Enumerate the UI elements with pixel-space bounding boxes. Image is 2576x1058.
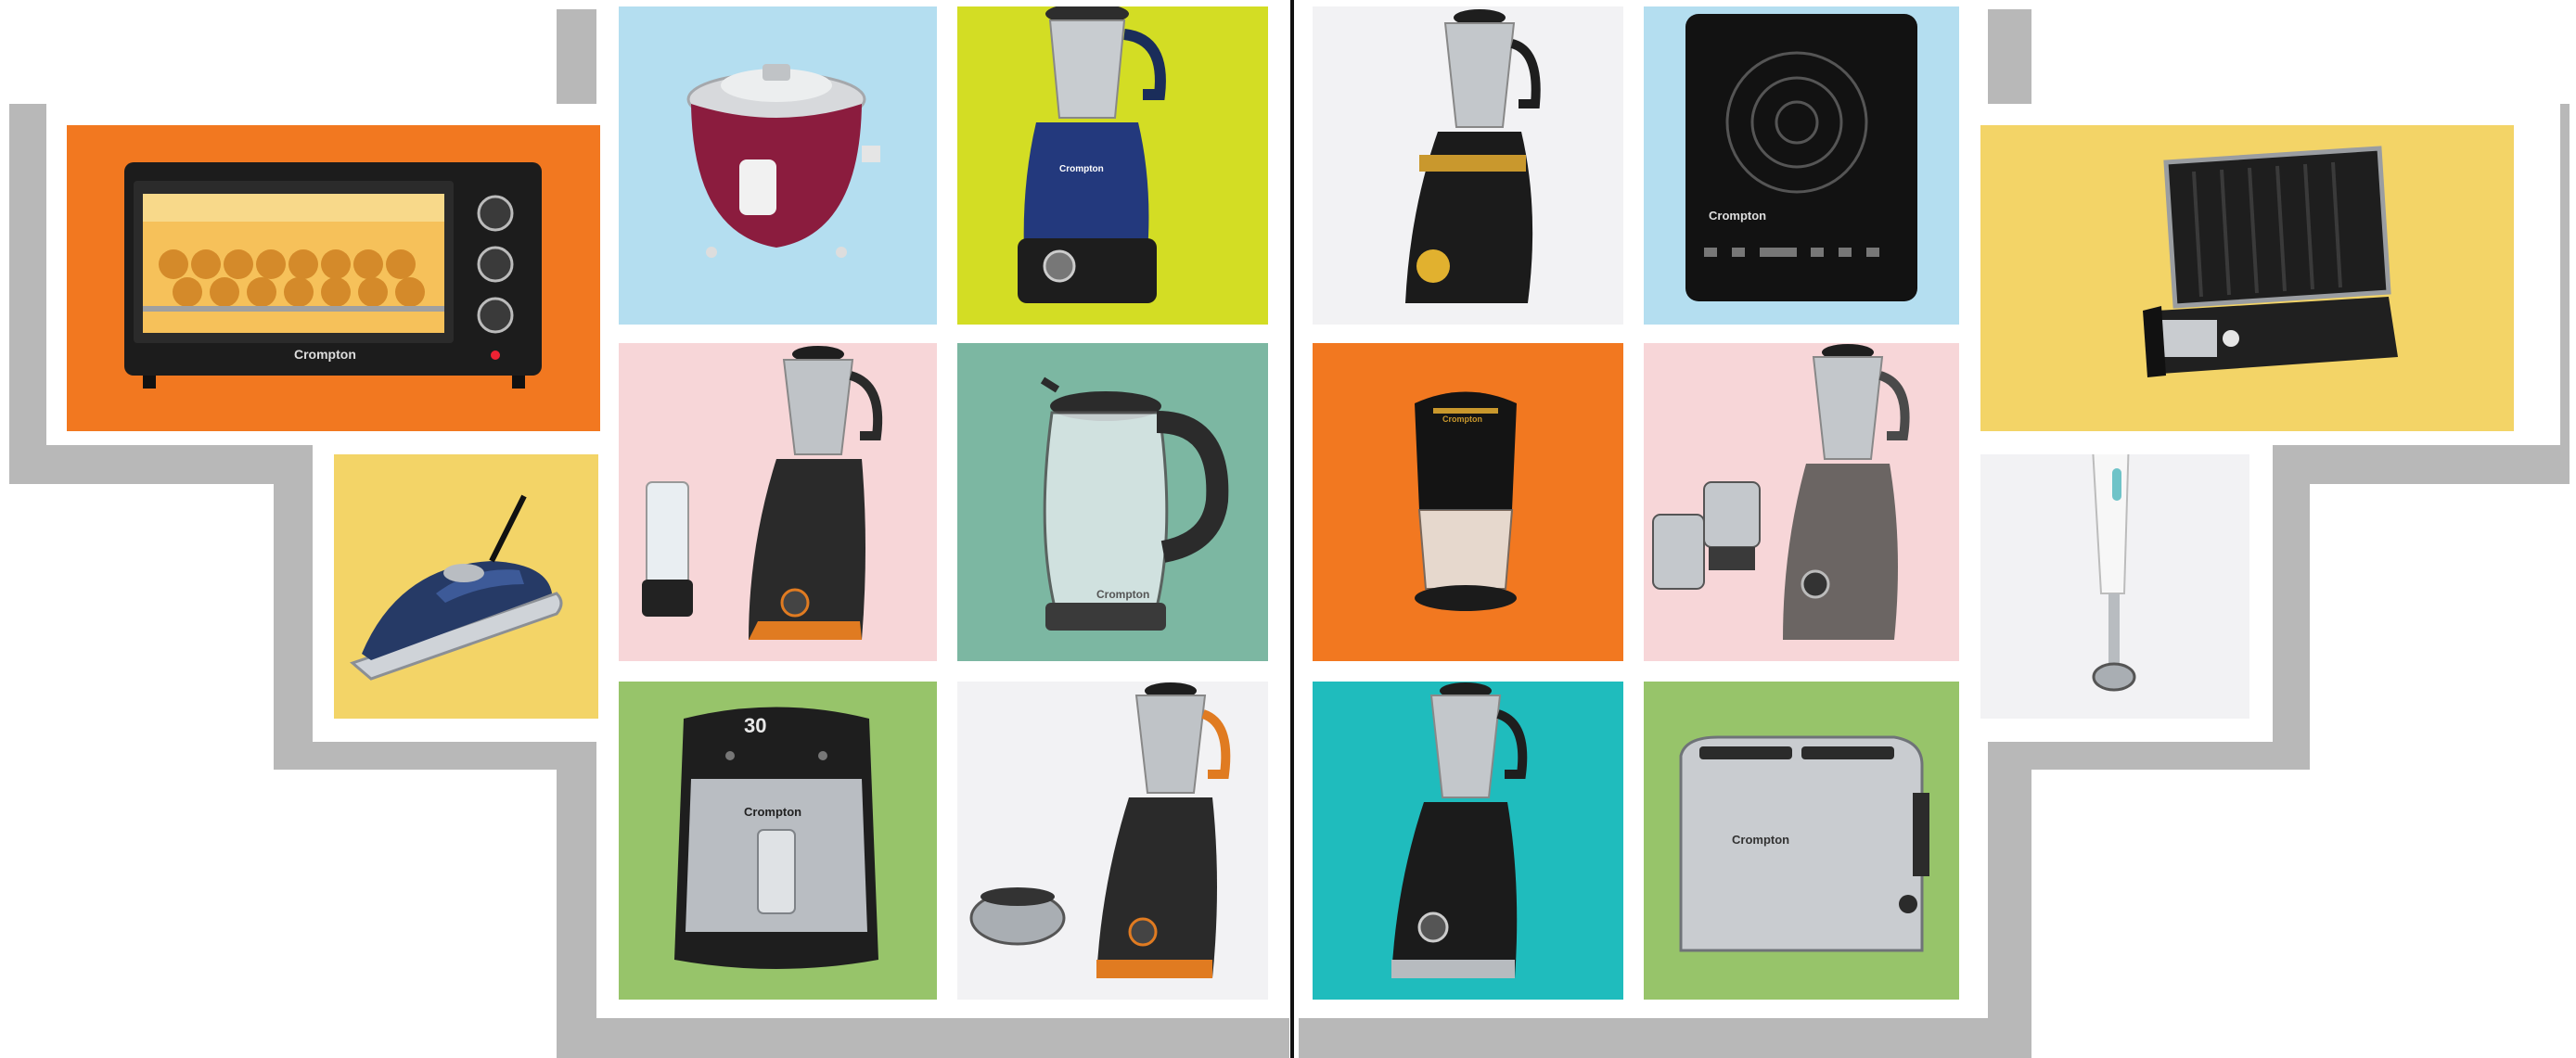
svg-text:Crompton: Crompton (1709, 209, 1766, 223)
chopper-icon: Crompton (1313, 343, 1623, 661)
grill-icon (1980, 125, 2514, 431)
tile-chopper: Crompton (1313, 343, 1623, 661)
mixer-grinder-icon (1313, 682, 1623, 1000)
tile-hand-blender (1980, 454, 2249, 719)
iron-icon (334, 454, 598, 719)
oven-icon: Crompton (67, 125, 600, 431)
tile-mixer-blue: Crompton (957, 6, 1268, 325)
tile-mixer-gold (1313, 6, 1623, 325)
tile-mixer-teal (1313, 682, 1623, 1000)
mixer-grinder-icon: Crompton (957, 6, 1268, 325)
tile-rice-cooker (619, 6, 937, 325)
air-fryer-icon: 30 Crompton (619, 682, 937, 1000)
toaster-icon: Crompton (1644, 682, 1959, 1000)
tile-mixer-with-jar (957, 682, 1268, 1000)
tile-mixer-grey (1644, 343, 1959, 661)
tile-pop-up-toaster: Crompton (1644, 682, 1959, 1000)
tile-sandwich-grill (1980, 125, 2514, 431)
center-divider (1290, 0, 1294, 1058)
tile-otg-oven: Crompton (67, 125, 600, 431)
svg-text:Crompton: Crompton (1442, 414, 1482, 424)
kettle-icon: Crompton (957, 343, 1268, 661)
svg-text:30: 30 (744, 714, 766, 737)
svg-text:Crompton: Crompton (1096, 588, 1149, 601)
mixer-grinder-icon (957, 682, 1268, 1000)
tile-air-fryer: 30 Crompton (619, 682, 937, 1000)
mixer-grinder-icon (1644, 343, 1959, 661)
rice-cooker-icon (619, 6, 937, 325)
hand-blender-icon (1980, 454, 2249, 719)
tile-mixer-orange-accent (619, 343, 937, 661)
svg-text:Crompton: Crompton (294, 347, 356, 362)
mixer-grinder-icon (1313, 6, 1623, 325)
tile-induction-cooktop: Crompton (1644, 6, 1959, 325)
mixer-grinder-icon (619, 343, 937, 661)
svg-text:Crompton: Crompton (1059, 164, 1104, 174)
induction-cooktop-icon: Crompton (1644, 6, 1959, 325)
svg-text:Crompton: Crompton (744, 805, 801, 819)
svg-text:Crompton: Crompton (1732, 833, 1789, 847)
tile-dry-iron (334, 454, 598, 719)
tile-glass-kettle: Crompton (957, 343, 1268, 661)
